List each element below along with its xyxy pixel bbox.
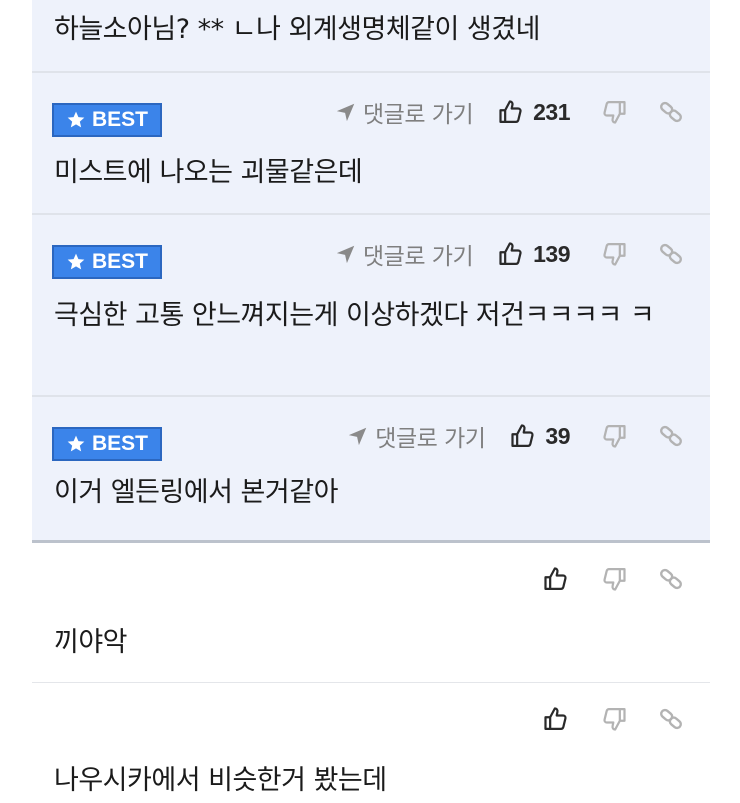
best-badge: BEST	[52, 245, 162, 279]
comment-text: 미스트에 나오는 괴물같은데	[54, 157, 363, 188]
reply-link[interactable]: 댓글로 가기	[347, 419, 486, 453]
comment-actions	[542, 705, 684, 733]
reply-label: 댓글로 가기	[363, 102, 474, 128]
reply-link[interactable]: 댓글로 가기	[335, 237, 474, 271]
best-badge-label: BEST	[91, 250, 148, 273]
comment-item: 하늘소아님? ** ㄴ나 외계생명체같이 생겼네	[32, 0, 710, 71]
like-button[interactable]	[542, 565, 570, 593]
best-badge-label: BEST	[91, 108, 148, 131]
comment-actions: 댓글로 가기 139	[335, 237, 684, 271]
dislike-button[interactable]	[600, 98, 628, 126]
best-badge: BEST	[52, 427, 162, 461]
comment-text: 끼야악	[54, 627, 128, 658]
link-button[interactable]	[658, 423, 684, 449]
star-icon	[66, 252, 86, 272]
star-icon	[66, 434, 86, 454]
like-button[interactable]	[542, 705, 570, 733]
thumbs-up-icon	[542, 565, 570, 593]
arrow-icon	[335, 101, 357, 123]
link-icon	[658, 241, 684, 267]
comment-list: 하늘소아님? ** ㄴ나 외계생명체같이 생겼네 BEST 댓글로 가기 231	[32, 0, 710, 803]
best-comment-item: BEST 댓글로 가기 139 극심한 고통 안느껴지는게 이상하겠다 저건ㅋㅋ…	[32, 215, 710, 395]
comment-actions: 댓글로 가기 231	[335, 95, 684, 129]
arrow-icon	[347, 425, 369, 447]
star-icon	[66, 110, 86, 130]
arrow-icon	[335, 243, 357, 265]
best-badge-label: BEST	[91, 432, 148, 455]
best-comment-item: BEST 댓글로 가기 39 이거 엘든링에서 본거같아	[32, 397, 710, 540]
link-icon	[658, 423, 684, 449]
best-badge: BEST	[52, 103, 162, 137]
best-comment-item: BEST 댓글로 가기 231 미스트에 나오는 괴물같은데	[32, 73, 710, 213]
link-button[interactable]	[658, 99, 684, 125]
link-icon	[658, 706, 684, 732]
thumbs-down-icon	[600, 422, 628, 450]
link-button[interactable]	[658, 566, 684, 592]
like-count: 139	[533, 240, 570, 267]
link-icon	[658, 99, 684, 125]
thumbs-up-icon	[497, 98, 525, 126]
comment-text: 이거 엘든링에서 본거같아	[54, 477, 338, 508]
comment-text: 하늘소아님? ** ㄴ나 외계생명체같이 생겼네	[54, 14, 540, 45]
best-comments-section: 하늘소아님? ** ㄴ나 외계생명체같이 생겼네 BEST 댓글로 가기 231	[32, 0, 710, 540]
like-button[interactable]: 231	[497, 98, 570, 126]
thumbs-up-icon	[509, 422, 537, 450]
dislike-button[interactable]	[600, 565, 628, 593]
like-button[interactable]: 139	[497, 240, 570, 268]
thumbs-up-icon	[497, 240, 525, 268]
link-button[interactable]	[658, 706, 684, 732]
thumbs-down-icon	[600, 565, 628, 593]
thumbs-down-icon	[600, 240, 628, 268]
link-icon	[658, 566, 684, 592]
reply-link[interactable]: 댓글로 가기	[335, 95, 474, 129]
dislike-button[interactable]	[600, 240, 628, 268]
dislike-button[interactable]	[600, 705, 628, 733]
thumbs-down-icon	[600, 705, 628, 733]
comment-item: 나우시카에서 비슷한거 봤는데	[32, 683, 710, 803]
reply-label: 댓글로 가기	[363, 244, 474, 270]
like-count: 39	[545, 422, 570, 449]
dislike-button[interactable]	[600, 422, 628, 450]
like-button[interactable]: 39	[509, 422, 570, 450]
comment-text: 극심한 고통 안느껴지는게 이상하겠다 저건ㅋㅋㅋㅋ ㅋ	[54, 300, 655, 331]
reply-label: 댓글로 가기	[375, 426, 486, 452]
thumbs-up-icon	[542, 705, 570, 733]
like-count: 231	[533, 98, 570, 125]
thumbs-down-icon	[600, 98, 628, 126]
comment-text: 나우시카에서 비슷한거 봤는데	[54, 765, 387, 796]
link-button[interactable]	[658, 241, 684, 267]
comment-actions	[542, 565, 684, 593]
comment-actions: 댓글로 가기 39	[347, 419, 684, 453]
comment-item: 끼야악	[32, 543, 710, 682]
